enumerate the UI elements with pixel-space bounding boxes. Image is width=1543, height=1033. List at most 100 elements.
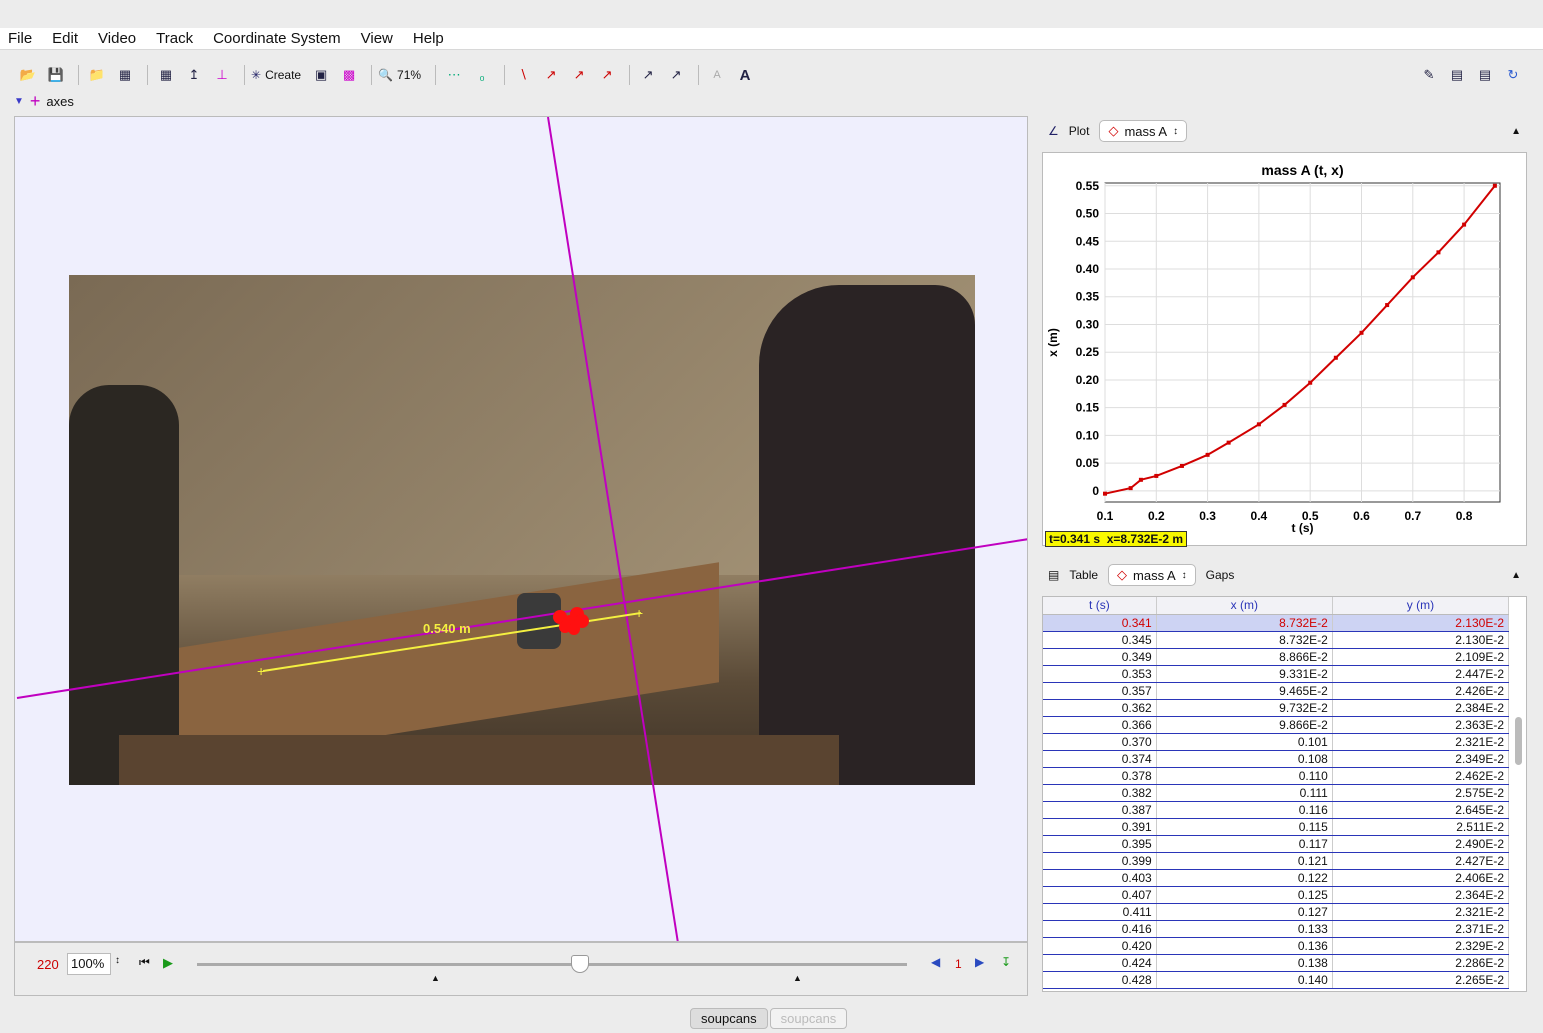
table-row[interactable]: 0.428 0.140 2.265E-2 — [1043, 971, 1510, 989]
table-row[interactable]: 0.362 9.732E-2 2.384E-2 — [1043, 699, 1510, 717]
refresh-icon[interactable]: ↻ — [1501, 63, 1525, 87]
tape-plus-left[interactable]: + — [257, 663, 265, 679]
table-row[interactable]: 0.357 9.465E-2 2.426E-2 — [1043, 682, 1510, 700]
cell-y: 2.329E-2 — [1332, 937, 1510, 955]
font-larger-icon[interactable]: A — [733, 63, 757, 87]
table-row[interactable]: 0.391 0.115 2.511E-2 — [1043, 818, 1510, 836]
open-video-icon[interactable]: 📁 — [85, 63, 109, 87]
velocity-icon[interactable]: ↗ — [567, 63, 591, 87]
gaps-button[interactable]: Gaps — [1206, 568, 1235, 582]
table-row[interactable]: 0.353 9.331E-2 2.447E-2 — [1043, 665, 1510, 683]
export-icon[interactable]: ▦ — [113, 63, 137, 87]
timeline-track[interactable] — [197, 963, 907, 966]
video-panel[interactable]: + + 0.540 m — [14, 116, 1028, 942]
labels-icon[interactable]: ₀ — [470, 63, 494, 87]
frame-number[interactable]: 220 — [37, 957, 59, 972]
plot-area[interactable]: 0.1 0.2 0.3 0.4 0.5 0.6 0.7 0.8 0 0.05 0.10 0.15 0.2… — [1042, 152, 1527, 547]
tab-soupcans[interactable]: soupcans — [690, 1008, 768, 1029]
step-back-icon[interactable]: ◀ — [931, 955, 940, 969]
x-tick-label: 0.7 — [1404, 509, 1421, 523]
zoom-button[interactable]: 🔍 71% — [378, 68, 421, 82]
notes-icon[interactable]: ▤ — [1445, 63, 1469, 87]
axes-icon[interactable]: ⊥ — [210, 63, 234, 87]
table-scrollbar-thumb[interactable] — [1515, 717, 1522, 765]
table-row[interactable]: 0.374 0.108 2.349E-2 — [1043, 750, 1510, 768]
table-row[interactable]: 0.407 0.125 2.364E-2 — [1043, 886, 1510, 904]
end-marker-icon[interactable]: ▲ — [793, 973, 802, 983]
play-icon[interactable]: ▶ — [163, 955, 173, 971]
collapse-table-icon[interactable]: ▲ — [1511, 570, 1521, 581]
loop-icon[interactable]: ↧ — [1001, 955, 1011, 969]
plot-track-select[interactable]: ◇ mass A ↕ — [1099, 120, 1188, 142]
tab-soupcans-2[interactable]: soupcans — [769, 1008, 848, 1029]
column-header-t[interactable]: t (s) — [1043, 597, 1157, 615]
tape-measure-label: 0.540 m — [423, 621, 471, 636]
table-row[interactable]: 0.382 0.111 2.575E-2 — [1043, 784, 1510, 802]
toolbar-separator — [435, 65, 437, 85]
table-row[interactable]: 0.416 0.133 2.371E-2 — [1043, 920, 1510, 938]
table-row[interactable]: 0.349 8.866E-2 2.109E-2 — [1043, 648, 1510, 666]
table-row[interactable]: 0.399 0.121 2.427E-2 — [1043, 852, 1510, 870]
table-track-select[interactable]: ◇ mass A ↕ — [1108, 564, 1196, 586]
rate-field[interactable]: 100% — [67, 953, 111, 975]
menu-video[interactable]: Video — [98, 30, 136, 47]
menu-file[interactable]: File — [8, 30, 32, 47]
cell-x: 0.101 — [1156, 733, 1333, 751]
calibration-tools-icon[interactable]: ↥ — [182, 63, 206, 87]
table-row[interactable]: 0.424 0.138 2.286E-2 — [1043, 954, 1510, 972]
go-to-start-icon[interactable]: ⏮ — [139, 955, 150, 970]
info-icon[interactable]: ▤ — [1473, 63, 1497, 87]
pencil-icon[interactable]: ✎ — [1417, 63, 1441, 87]
autotracker-icon[interactable]: ▩ — [337, 63, 361, 87]
column-header-x[interactable]: x (m) — [1156, 597, 1333, 615]
table-row[interactable]: 0.366 9.866E-2 2.363E-2 — [1043, 716, 1510, 734]
cell-y: 2.511E-2 — [1332, 818, 1510, 836]
x-tick-label: 0.3 — [1199, 509, 1216, 523]
tape-plus-right[interactable]: + — [635, 605, 643, 621]
track-selector[interactable]: ▼ + axes — [14, 91, 74, 111]
table-row[interactable]: 0.420 0.136 2.329E-2 — [1043, 937, 1510, 955]
font-smaller-icon[interactable]: A — [705, 63, 729, 87]
y-tick-label: 0 — [1092, 484, 1099, 498]
menu-coordinate-system[interactable]: Coordinate System — [213, 30, 341, 47]
path-icon[interactable]: ∖ — [511, 63, 535, 87]
table-row[interactable]: 0.395 0.117 2.490E-2 — [1043, 835, 1510, 853]
position-icon[interactable]: ↗ — [539, 63, 563, 87]
data-table[interactable]: t (s) x (m) y (m) 0.341 8.732E-2 2.130E-2 0… — [1042, 596, 1527, 992]
cell-t: 0.378 — [1043, 767, 1157, 785]
track-selector-label: axes — [46, 93, 74, 109]
data-point — [1103, 491, 1107, 496]
vector-sum-icon[interactable]: ↗ — [636, 63, 660, 87]
menu-view[interactable]: View — [361, 30, 393, 47]
table-row[interactable]: 0.403 0.122 2.406E-2 — [1043, 869, 1510, 887]
clip-settings-icon[interactable]: ▦ — [154, 63, 178, 87]
timeline-slider-thumb[interactable] — [571, 955, 589, 973]
trails-icon[interactable]: ⋯ — [442, 63, 466, 87]
table-header: ▤ Table ◇ mass A ↕ Gaps ▲ — [1040, 560, 1529, 590]
table-row[interactable]: 0.370 0.101 2.321E-2 — [1043, 733, 1510, 751]
table-row[interactable]: 0.387 0.116 2.645E-2 — [1043, 801, 1510, 819]
zoom-label: 71% — [397, 68, 422, 82]
table-tab-label[interactable]: Table — [1069, 568, 1098, 582]
mass-a-trail — [553, 607, 589, 635]
column-header-y[interactable]: y (m) — [1332, 597, 1510, 615]
rate-spinner-icon[interactable]: ↕ — [115, 955, 120, 966]
open-folder-icon[interactable]: 📂 — [16, 63, 40, 87]
track-control-icon[interactable]: ▣ — [309, 63, 333, 87]
step-size[interactable]: 1 — [955, 957, 962, 971]
step-forward-icon[interactable]: ▶ — [975, 955, 984, 969]
plot-tab-label[interactable]: Plot — [1069, 124, 1090, 138]
center-of-mass-icon[interactable]: ↗ — [664, 63, 688, 87]
table-row[interactable]: 0.378 0.110 2.462E-2 — [1043, 767, 1510, 785]
create-button[interactable]: ✳ Create — [251, 68, 301, 82]
save-icon[interactable]: 💾 — [44, 63, 68, 87]
menu-track[interactable]: Track — [156, 30, 193, 47]
start-marker-icon[interactable]: ▲ — [431, 973, 440, 983]
table-row[interactable]: 0.341 8.732E-2 2.130E-2 — [1043, 614, 1510, 632]
table-row[interactable]: 0.345 8.732E-2 2.130E-2 — [1043, 631, 1510, 649]
acceleration-icon[interactable]: ↗ — [595, 63, 619, 87]
menu-edit[interactable]: Edit — [52, 30, 78, 47]
collapse-plot-icon[interactable]: ▲ — [1511, 126, 1521, 137]
menu-help[interactable]: Help — [413, 30, 444, 47]
table-row[interactable]: 0.411 0.127 2.321E-2 — [1043, 903, 1510, 921]
